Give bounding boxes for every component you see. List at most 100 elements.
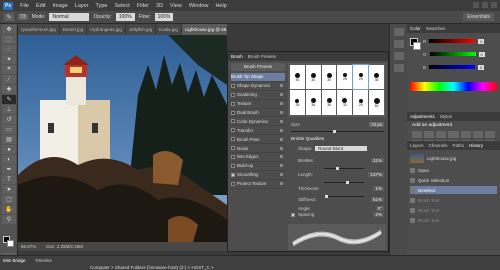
menu-edit[interactable]: Edit [36, 3, 45, 9]
opacity-field[interactable]: 100% [115, 13, 135, 21]
tab-layers[interactable]: Layers [410, 143, 424, 148]
menu-type[interactable]: Type [96, 3, 108, 9]
size-field[interactable]: 73 px [368, 121, 384, 127]
tab-history[interactable]: History [469, 143, 483, 148]
checkbox[interactable] [231, 137, 235, 142]
history-snapshot[interactable]: Lighthouse.jpg [410, 152, 497, 164]
menu-select[interactable]: Select [114, 3, 129, 9]
doc-tab[interactable]: ryuanthemum.jpg [18, 24, 59, 35]
history-item[interactable]: Brush Tool [410, 196, 497, 204]
menu-view[interactable]: View [170, 3, 182, 9]
brush-presets-button[interactable]: Brush Presets [231, 63, 285, 71]
move-tool-icon[interactable]: ✥ [2, 25, 16, 34]
lock-icon[interactable] [280, 102, 283, 106]
option-build-up[interactable]: Build-up [231, 162, 285, 171]
document-canvas[interactable] [18, 35, 227, 242]
gradient-icon[interactable]: ▤ [2, 135, 16, 144]
doc-tab-active[interactable]: Lighthouse.jpg @ 66.7% (RGB/8#) [181, 24, 227, 35]
brush-panel-icon[interactable] [394, 52, 404, 60]
exposure-icon[interactable] [448, 131, 459, 138]
option-wet-edges[interactable]: Wet Edges [231, 153, 285, 162]
green-slider[interactable] [429, 52, 476, 56]
brush-tip[interactable]: 36 [321, 90, 337, 115]
param-value[interactable]: 137% [368, 172, 384, 177]
minimize-icon[interactable] [473, 2, 479, 8]
menu-help[interactable]: Help [215, 3, 226, 9]
color-balance-icon[interactable] [484, 131, 495, 138]
size-slider-knob[interactable] [333, 130, 336, 133]
path-selection-icon[interactable]: ➤ [2, 185, 16, 194]
checkbox[interactable] [231, 110, 235, 115]
param-value[interactable]: 0° [375, 206, 384, 211]
crop-tool-icon[interactable]: ⌗ [2, 65, 16, 74]
brush-tip[interactable]: 50 [369, 90, 384, 115]
color-spectrum[interactable] [410, 82, 497, 91]
checkbox[interactable] [231, 92, 235, 97]
option-color-dynamics[interactable]: Color Dynamics [231, 117, 285, 127]
brush-size-preset[interactable]: 73 [18, 14, 28, 20]
shape-select[interactable]: Round Blunt [315, 146, 368, 151]
history-item[interactable]: Brush Tool [410, 216, 497, 224]
history-panel-icon[interactable] [394, 28, 404, 36]
brush-tip[interactable]: 25 [353, 90, 369, 115]
quick-selection-icon[interactable]: ✦ [2, 55, 16, 64]
tab-brush-presets[interactable]: Brush Presets [248, 54, 276, 59]
hue-saturation-icon[interactable] [472, 131, 483, 138]
lock-icon[interactable] [280, 155, 283, 159]
tab-timeline[interactable]: Timeline [35, 258, 52, 263]
history-brush-icon[interactable]: ↺ [2, 115, 16, 124]
shape-tool-icon[interactable]: ▢ [2, 195, 16, 204]
tab-swatches[interactable]: Swatches [426, 26, 446, 31]
blue-slider[interactable] [429, 65, 476, 69]
checkbox[interactable] [231, 119, 235, 124]
doc-tab[interactable]: Hydrangeas.jpg [87, 24, 125, 35]
option-noise[interactable]: Noise [231, 144, 285, 154]
tab-mini-bridge[interactable]: Mini Bridge [3, 258, 26, 263]
checkbox[interactable] [231, 181, 235, 186]
channel-value[interactable]: 0 [478, 38, 485, 44]
brush-tool-icon[interactable]: ✎ [2, 95, 16, 104]
close-icon[interactable] [491, 2, 497, 8]
checkbox[interactable] [231, 163, 235, 168]
tab-styles[interactable]: Styles [440, 114, 452, 119]
channel-value[interactable]: 0 [478, 51, 485, 57]
clone-stamp-icon[interactable]: ⊥ [2, 105, 16, 114]
menu-window[interactable]: Window [189, 3, 209, 9]
pen-tool-icon[interactable]: ✒ [2, 165, 16, 174]
zoom-level[interactable]: 66.67% [21, 244, 36, 249]
option-transfer[interactable]: Transfer [231, 126, 285, 136]
option-brush-pose[interactable]: Brush Pose [231, 135, 285, 145]
tab-paths[interactable]: Paths [453, 143, 465, 148]
brush-tip[interactable]: 36 [369, 65, 384, 89]
tab-channels[interactable]: Channels [429, 143, 448, 148]
brush-tip[interactable]: 30 [305, 65, 321, 89]
bristles-slider[interactable] [324, 167, 364, 170]
brush-tip[interactable]: 30 [321, 65, 337, 89]
healing-brush-icon[interactable]: ✚ [2, 85, 16, 94]
eraser-icon[interactable]: ▭ [2, 125, 16, 134]
clone-source-icon[interactable] [394, 64, 404, 72]
brush-tip[interactable]: 36 [305, 90, 321, 115]
red-slider[interactable] [429, 39, 476, 43]
checkbox[interactable] [231, 154, 235, 159]
option-scattering[interactable]: Scattering [231, 91, 285, 100]
lock-icon[interactable] [280, 111, 283, 114]
size-slider[interactable] [291, 130, 384, 133]
history-item[interactable]: Open [410, 166, 497, 174]
option-shape-dynamics[interactable]: Shape Dynamics [231, 82, 285, 91]
lock-icon[interactable] [280, 119, 283, 123]
mode-select[interactable]: Normal [49, 13, 90, 21]
tab-color[interactable]: Color [410, 26, 421, 31]
option-dual-brush[interactable]: Dual Brush [231, 109, 285, 118]
flow-field[interactable]: 100% [154, 13, 174, 21]
blur-icon[interactable]: ● [2, 145, 16, 154]
brush-tip[interactable]: 32 [337, 90, 353, 115]
lock-icon[interactable] [280, 128, 283, 132]
marquee-tool-icon[interactable]: ⬚ [2, 35, 16, 44]
background-color-swatch[interactable] [7, 240, 14, 247]
option-texture[interactable]: Texture [231, 100, 285, 109]
param-value[interactable]: 31% [370, 158, 384, 163]
brush-tip[interactable]: 30 [290, 65, 305, 89]
history-item-selected[interactable]: Deselect [410, 186, 497, 194]
checkbox-checked[interactable] [231, 172, 235, 177]
